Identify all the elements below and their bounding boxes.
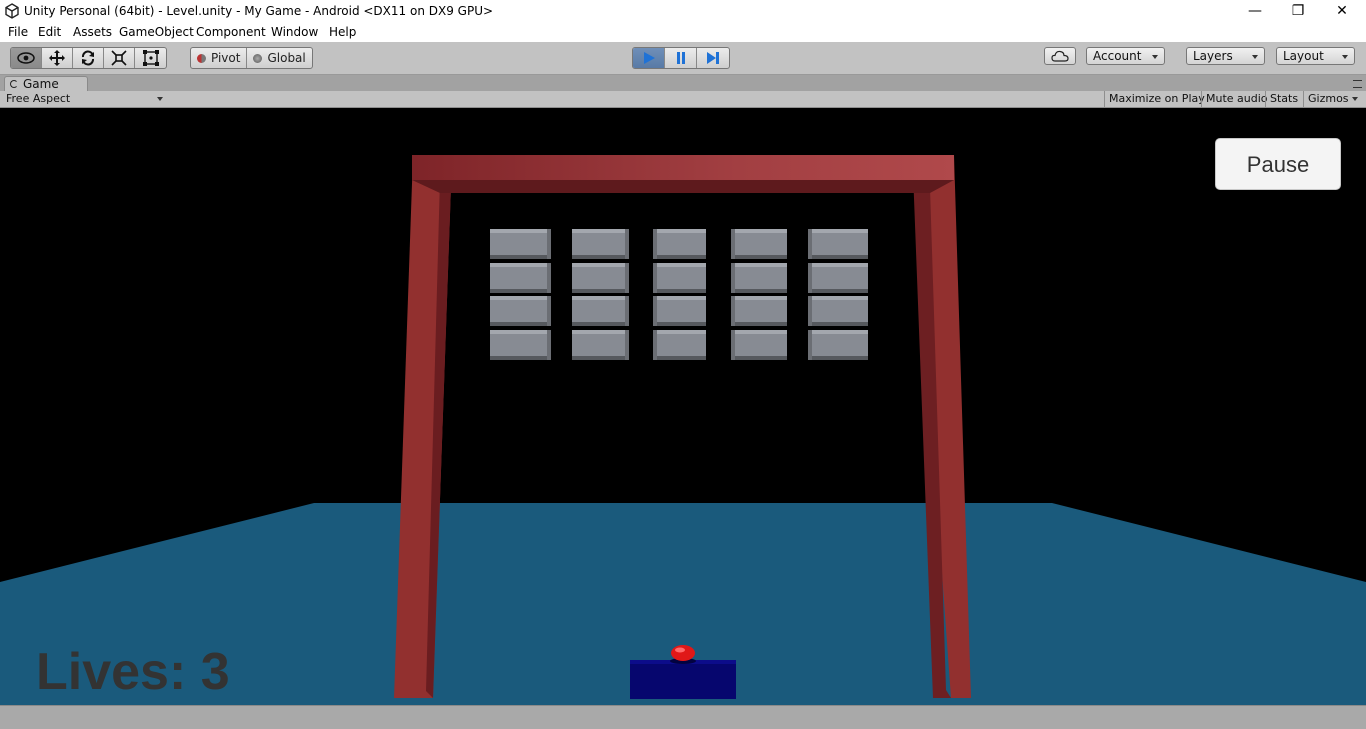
layers-label: Layers xyxy=(1193,49,1233,63)
menu-component[interactable]: Component xyxy=(196,25,266,39)
menu-window[interactable]: Window xyxy=(271,25,318,39)
account-dropdown[interactable]: Account xyxy=(1086,47,1165,65)
gizmos-label: Gizmos xyxy=(1308,92,1349,105)
cloud-icon xyxy=(1051,50,1069,62)
brick xyxy=(490,229,551,259)
top-beam xyxy=(412,155,954,180)
scale-icon xyxy=(111,50,127,66)
ball xyxy=(671,645,695,661)
top-beam-underside xyxy=(412,180,954,193)
transform-tools xyxy=(10,47,167,69)
move-tool-button[interactable] xyxy=(42,48,73,68)
move-icon xyxy=(49,50,65,66)
unity-logo-icon xyxy=(5,3,19,19)
brick xyxy=(731,263,787,293)
stats-toggle[interactable]: Stats xyxy=(1265,91,1302,107)
chevron-down-icon xyxy=(1352,97,1358,101)
globe-icon xyxy=(253,53,263,63)
brick xyxy=(572,296,629,326)
aspect-dropdown[interactable]: Free Aspect xyxy=(6,92,165,106)
mute-audio-toggle[interactable]: Mute audio xyxy=(1201,91,1272,107)
minimize-button[interactable]: — xyxy=(1232,0,1278,22)
brick xyxy=(808,229,868,259)
brick xyxy=(490,296,551,326)
brick xyxy=(653,229,706,259)
maximize-on-play-toggle[interactable]: Maximize on Play xyxy=(1104,91,1209,107)
scale-tool-button[interactable] xyxy=(104,48,135,68)
game-view-bar: Free Aspect Maximize on Play Mute audio … xyxy=(0,91,1366,108)
pivot-toggle[interactable]: Pivot xyxy=(191,48,248,68)
account-label: Account xyxy=(1093,49,1142,63)
play-icon xyxy=(643,52,655,64)
play-controls xyxy=(632,47,730,69)
view-tool-button[interactable] xyxy=(11,48,42,68)
panel-menu-icon[interactable] xyxy=(1353,80,1362,88)
panel-tab-strip: Game xyxy=(0,75,1366,91)
brick xyxy=(653,263,706,293)
cloud-button[interactable] xyxy=(1044,47,1076,65)
brick xyxy=(653,330,706,360)
brick xyxy=(808,263,868,293)
status-bar xyxy=(0,705,1366,729)
pivot-icon xyxy=(197,53,206,63)
chevron-down-icon xyxy=(1342,55,1348,59)
step-icon xyxy=(707,52,719,64)
brick xyxy=(490,263,551,293)
pause-icon xyxy=(676,52,685,64)
brick xyxy=(808,296,868,326)
menu-help[interactable]: Help xyxy=(329,25,356,39)
game-viewport[interactable]: Pause Lives: 3 xyxy=(0,108,1366,705)
play-button[interactable] xyxy=(633,48,665,68)
brick xyxy=(572,263,629,293)
lives-counter: Lives: 3 xyxy=(36,643,230,701)
brick xyxy=(731,330,787,360)
pivot-label: Pivot xyxy=(211,51,241,65)
chevron-down-icon xyxy=(157,97,163,101)
pause-toggle-button[interactable] xyxy=(665,48,697,68)
brick xyxy=(572,330,629,360)
chevron-down-icon xyxy=(1252,55,1258,59)
brick xyxy=(731,296,787,326)
layout-dropdown[interactable]: Layout xyxy=(1276,47,1355,65)
ball-highlight xyxy=(675,647,685,653)
pivot-global-group: Pivot Global xyxy=(190,47,313,69)
global-toggle[interactable]: Global xyxy=(247,48,311,68)
restore-button[interactable]: ❐ xyxy=(1275,0,1321,22)
game-tab-icon xyxy=(10,80,18,88)
brick xyxy=(572,229,629,259)
brick xyxy=(731,229,787,259)
rect-tool-button[interactable] xyxy=(135,48,166,68)
gizmos-dropdown[interactable]: Gizmos xyxy=(1303,91,1360,107)
brick xyxy=(808,330,868,360)
chevron-down-icon xyxy=(1152,55,1158,59)
brick-grid xyxy=(490,229,868,360)
rotate-icon xyxy=(82,50,94,66)
main-toolbar: Pivot Global Account Layers Layout xyxy=(0,42,1366,75)
title-bar: Unity Personal (64bit) - Level.unity - M… xyxy=(0,0,1366,22)
step-button[interactable] xyxy=(697,48,729,68)
tab-game[interactable]: Game xyxy=(4,76,88,91)
game-scene xyxy=(0,155,1366,705)
close-button[interactable]: ✕ xyxy=(1319,0,1365,22)
eye-icon xyxy=(17,52,35,64)
layout-label: Layout xyxy=(1283,49,1324,63)
pause-button[interactable]: Pause xyxy=(1215,138,1341,190)
window-title: Unity Personal (64bit) - Level.unity - M… xyxy=(24,4,494,18)
menu-gameobject[interactable]: GameObject xyxy=(119,25,194,39)
menu-assets[interactable]: Assets xyxy=(73,25,112,39)
layers-dropdown[interactable]: Layers xyxy=(1186,47,1265,65)
menu-bar: File Edit Assets GameObject Component Wi… xyxy=(0,22,1366,43)
global-label: Global xyxy=(267,51,306,65)
brick xyxy=(490,330,551,360)
aspect-label: Free Aspect xyxy=(6,92,71,105)
rect-transform-icon xyxy=(142,50,159,66)
menu-file[interactable]: File xyxy=(8,25,28,39)
menu-edit[interactable]: Edit xyxy=(38,25,61,39)
paddle xyxy=(630,660,736,699)
game-tab-label: Game xyxy=(23,77,59,91)
rotate-tool-button[interactable] xyxy=(73,48,104,68)
brick xyxy=(653,296,706,326)
